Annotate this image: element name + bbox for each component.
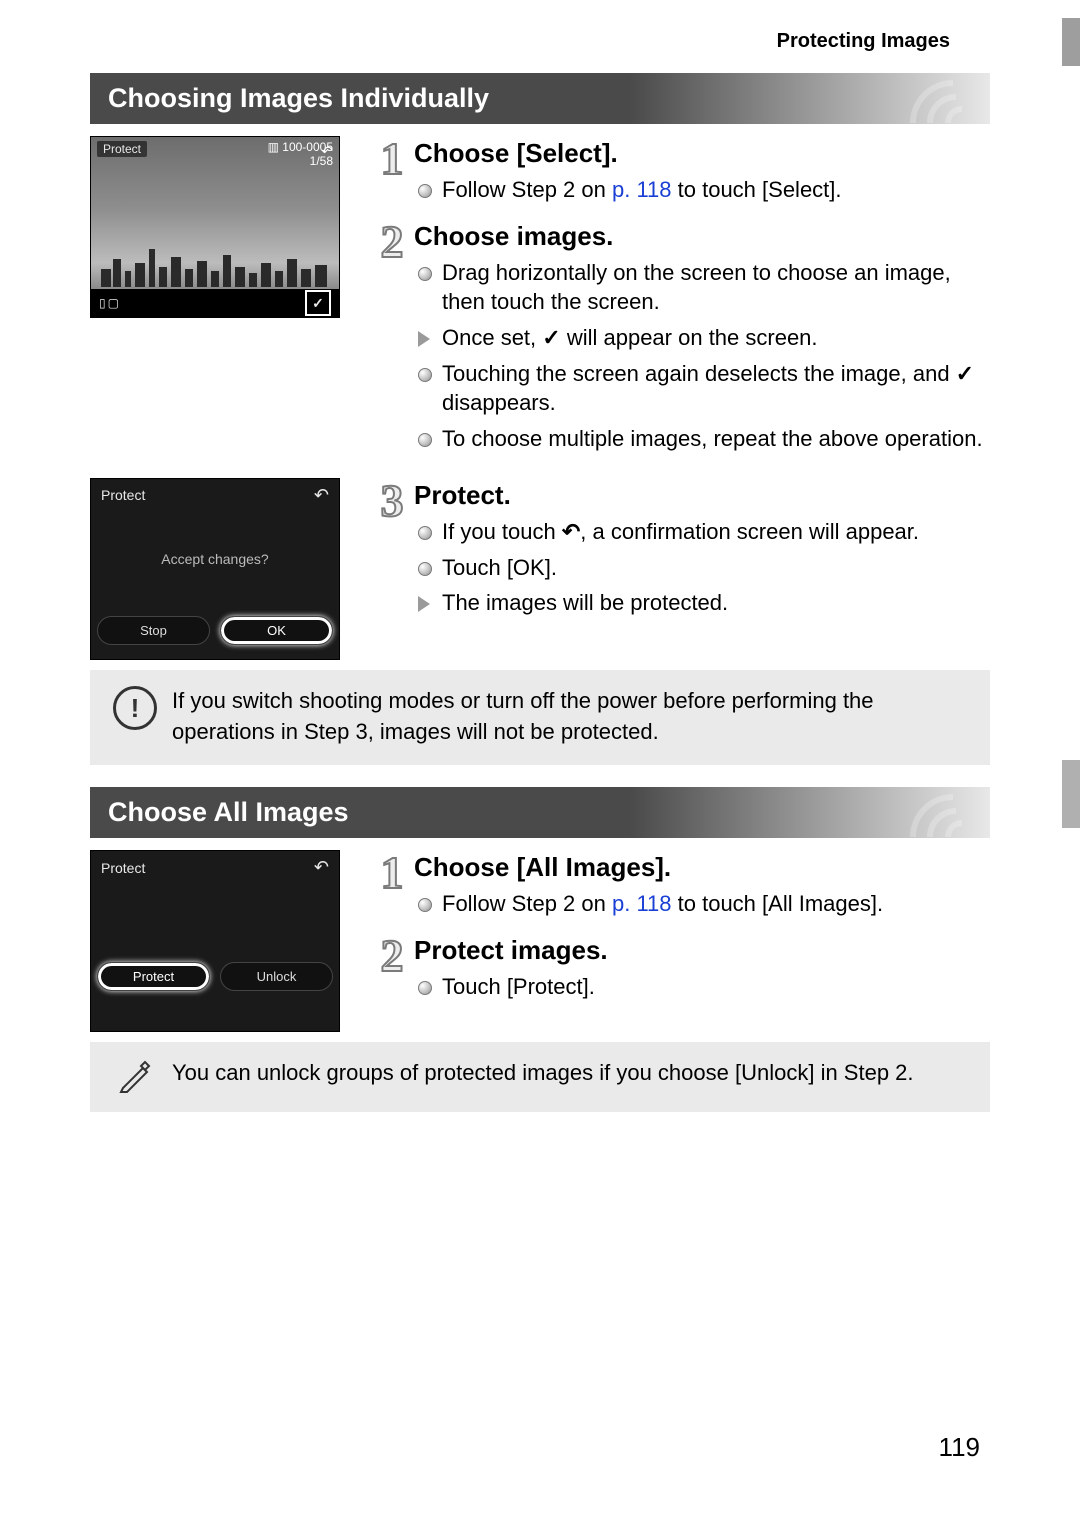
side-tab-top (1062, 18, 1080, 66)
section-title: Choosing Images Individually (108, 83, 489, 113)
dialog-unlock-button[interactable]: Unlock (220, 962, 333, 991)
step2-bullet-3: Touching the screen again deselects the … (414, 359, 990, 418)
page-number: 119 (90, 1432, 990, 1463)
warning-text: If you switch shooting modes or turn off… (172, 686, 970, 748)
camera-protect-unlock-screenshot: Protect ↶ Protect Unlock (90, 850, 340, 1032)
city-skyline-glyph (101, 249, 329, 287)
decorative-arcs-icon (908, 791, 978, 837)
step-number-2: 2 (370, 219, 414, 265)
step-title: Choose [All Images]. (414, 852, 990, 883)
warning-note: ! If you switch shooting modes or turn o… (90, 670, 990, 766)
tip-note: You can unlock groups of protected image… (90, 1042, 990, 1112)
check-icon (956, 361, 974, 386)
check-icon (542, 325, 560, 350)
dialog-title: Protect (101, 487, 145, 503)
step-number-2: 2 (370, 933, 414, 979)
dialog-ok-button[interactable]: OK (220, 616, 333, 645)
step-number-1: 1 (370, 850, 414, 896)
dialog-message: Accept changes? (91, 512, 339, 606)
dialog-title: Protect (101, 860, 145, 876)
page-link-118[interactable]: p. 118 (612, 177, 672, 202)
preview-check-icon: ✓ (305, 290, 331, 316)
preview-left-icons: ▯▢ (99, 296, 121, 310)
tip-text: You can unlock groups of protected image… (172, 1058, 914, 1089)
s2-step1-bullet: Follow Step 2 on p. 118 to touch [All Im… (414, 889, 990, 919)
back-icon: ↶ (314, 857, 329, 878)
step2-bullet-2: Once set, will appear on the screen. (414, 323, 990, 353)
dialog-empty (91, 884, 339, 952)
back-icon: ↶ (314, 485, 329, 506)
camera-confirm-dialog-screenshot: Protect ↶ Accept changes? Stop OK (90, 478, 340, 660)
s2-step2-bullet: Touch [Protect]. (414, 972, 990, 1002)
step3-bullet-3: The images will be protected. (414, 588, 990, 618)
step2-bullet-4: To choose multiple images, repeat the ab… (414, 424, 990, 454)
back-arrow-icon (562, 519, 580, 544)
step3-bullet-2: Touch [OK]. (414, 553, 990, 583)
step3-bullet-1: If you touch , a confirmation screen wil… (414, 517, 990, 547)
section-heading-choosing-individually: Choosing Images Individually (90, 73, 990, 124)
preview-protect-label: Protect (97, 141, 147, 157)
step-number-1: 1 (370, 136, 414, 182)
pencil-icon (117, 1058, 153, 1094)
step1-bullet: Follow Step 2 on p. 118 to touch [Select… (414, 175, 990, 205)
running-head: Protecting Images (90, 30, 990, 53)
step-number-3: 3 (370, 478, 414, 524)
dialog-protect-button[interactable]: Protect (97, 962, 210, 991)
decorative-arcs-icon (908, 77, 978, 123)
side-tab-mid (1062, 760, 1080, 828)
exclamation-icon: ! (113, 686, 157, 730)
step-title: Protect images. (414, 935, 990, 966)
step2-bullet-1: Drag horizontally on the screen to choos… (414, 258, 990, 317)
section-title: Choose All Images (108, 797, 349, 827)
preview-back-icon: ↶ (321, 143, 333, 160)
page-link-118[interactable]: p. 118 (612, 891, 672, 916)
step-title: Protect. (414, 480, 990, 511)
step-title: Choose images. (414, 221, 990, 252)
step-title: Choose [Select]. (414, 138, 990, 169)
camera-preview-screenshot: Protect ▥ 100-0005 1/58 (90, 136, 340, 318)
section-heading-choose-all: Choose All Images (90, 787, 990, 838)
dialog-stop-button[interactable]: Stop (97, 616, 210, 645)
